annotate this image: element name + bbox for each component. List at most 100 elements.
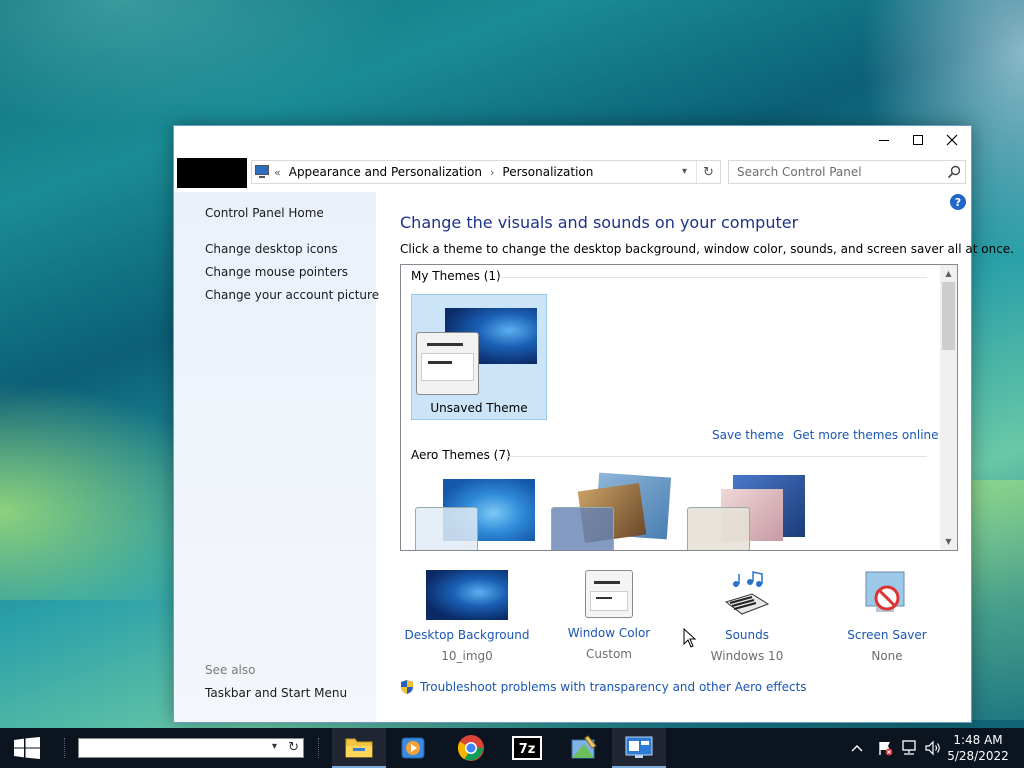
close-icon — [946, 134, 958, 146]
scroll-thumb[interactable] — [942, 282, 955, 350]
breadcrumb-overflow[interactable]: « — [274, 166, 281, 179]
section-divider — [505, 456, 927, 457]
taskbar-7zip[interactable]: 7z — [500, 728, 554, 768]
clock-time: 1:48 AM — [953, 733, 1003, 747]
change-desktop-icons-link[interactable]: Change desktop icons — [205, 242, 338, 256]
media-player-icon — [401, 737, 425, 759]
task-pane: Control Panel Home Change desktop icons … — [174, 192, 379, 722]
screen-saver-icon — [865, 571, 905, 612]
see-also-label: See also — [205, 663, 256, 677]
theme-tile-unsaved[interactable]: Unsaved Theme — [411, 294, 547, 420]
theme-window-preview — [416, 332, 479, 395]
breadcrumb-appearance[interactable]: Appearance and Personalization — [289, 165, 482, 179]
screen-saver-label[interactable]: Screen Saver — [837, 628, 937, 642]
chevron-down-icon[interactable]: ▾ — [682, 166, 692, 178]
svg-text:7z: 7z — [519, 742, 536, 757]
section-divider — [499, 277, 927, 278]
chrome-icon — [457, 735, 484, 761]
chevron-down-icon[interactable]: ▾ — [272, 741, 277, 752]
page-title: Change the visuals and sounds on your co… — [400, 213, 799, 232]
windows-logo-icon — [14, 737, 40, 759]
taskbar: ▾ ↻ 7z 1:48 AM 5/28/2022 — [0, 728, 1024, 768]
theme-window-preview — [551, 507, 614, 550]
taskbar-clock[interactable]: 1:48 AM 5/28/2022 — [944, 732, 1012, 764]
taskbar-file-explorer[interactable] — [332, 728, 386, 768]
volume-icon[interactable] — [922, 728, 944, 768]
start-button[interactable] — [0, 728, 54, 768]
troubleshoot-row: Troubleshoot problems with transparency … — [400, 679, 807, 695]
troubleshoot-link[interactable]: Troubleshoot problems with transparency … — [420, 680, 807, 694]
aero-theme-architecture[interactable] — [551, 472, 672, 550]
sounds-label[interactable]: Sounds — [697, 628, 797, 642]
control-panel-icon — [254, 165, 270, 179]
shield-icon — [401, 680, 413, 694]
minimize-icon — [879, 139, 889, 141]
taskbar-chrome[interactable] — [444, 728, 498, 768]
action-center-flag-icon[interactable] — [874, 728, 896, 768]
show-hidden-icons-button[interactable] — [848, 728, 866, 768]
desktop-background-option[interactable]: Desktop Background 10_img0 — [402, 570, 532, 663]
help-icon[interactable]: ? — [950, 194, 966, 210]
scroll-up-icon[interactable]: ▲ — [940, 265, 957, 282]
get-more-themes-link[interactable]: Get more themes online — [793, 428, 939, 442]
clock-date: 5/28/2022 — [947, 749, 1009, 763]
desktop-background-icon — [426, 570, 508, 620]
refresh-icon[interactable]: ↻ — [288, 740, 299, 755]
toolbar-grip[interactable] — [64, 738, 67, 758]
screen-saver-value: None — [871, 649, 903, 663]
personalization-window: « Appearance and Personalization › Perso… — [173, 125, 1014, 723]
maximize-button[interactable] — [901, 126, 935, 154]
toolbar-grip[interactable] — [318, 738, 321, 758]
control-panel-home-link[interactable]: Control Panel Home — [205, 206, 324, 220]
scroll-down-icon[interactable]: ▼ — [940, 533, 957, 550]
theme-label: Unsaved Theme — [430, 401, 528, 415]
7zip-icon: 7z — [512, 736, 542, 760]
aero-theme-flowers[interactable] — [687, 475, 807, 550]
sounds-icon — [724, 571, 770, 615]
taskbar-start-menu-link[interactable]: Taskbar and Start Menu — [205, 686, 347, 700]
search-placeholder: Search Control Panel — [737, 165, 862, 179]
refresh-icon[interactable]: ↻ — [696, 161, 720, 183]
taskbar-personalization[interactable] — [612, 728, 666, 768]
save-theme-link[interactable]: Save theme — [712, 428, 784, 442]
screen-saver-option[interactable]: Screen Saver None — [837, 570, 937, 663]
control-panel-tool-icon — [571, 735, 597, 759]
title-bar[interactable] — [174, 126, 971, 154]
page-subtitle: Click a theme to change the desktop back… — [400, 242, 1014, 256]
wallpaper-glow — [0, 0, 400, 130]
personalization-icon — [625, 736, 653, 758]
address-bar[interactable]: « Appearance and Personalization › Perso… — [251, 160, 721, 184]
window-color-value: Custom — [586, 647, 632, 661]
desktop-background-label[interactable]: Desktop Background — [402, 628, 532, 642]
search-input[interactable]: Search Control Panel — [728, 160, 966, 184]
taskbar-media-player[interactable] — [386, 728, 440, 768]
folder-icon — [345, 738, 373, 758]
themes-list[interactable]: My Themes (1) Unsaved Theme Save theme G… — [400, 264, 958, 551]
mouse-cursor-icon — [683, 628, 697, 648]
window-color-option[interactable]: Window Color Custom — [559, 570, 659, 661]
back-forward-buttons[interactable] — [177, 158, 247, 188]
minimize-button[interactable] — [867, 126, 901, 154]
sounds-option[interactable]: Sounds Windows 10 — [697, 570, 797, 663]
aero-themes-heading: Aero Themes (7) — [411, 448, 511, 462]
taskbar-control-panel-tool[interactable] — [556, 728, 610, 768]
navigation-bar: « Appearance and Personalization › Perso… — [177, 158, 968, 188]
breadcrumb-separator[interactable]: › — [490, 166, 494, 179]
change-mouse-pointers-link[interactable]: Change mouse pointers — [205, 265, 348, 279]
themes-scrollbar[interactable]: ▲ ▼ — [940, 265, 957, 550]
desktop-background-value: 10_img0 — [441, 649, 493, 663]
maximize-icon — [913, 135, 923, 145]
theme-window-preview — [415, 507, 478, 550]
chevron-up-icon — [851, 745, 863, 752]
theme-window-preview — [687, 507, 750, 550]
aero-theme-windows[interactable] — [415, 475, 535, 550]
network-icon[interactable] — [898, 728, 920, 768]
window-color-label[interactable]: Window Color — [559, 626, 659, 640]
close-button[interactable] — [935, 126, 969, 154]
my-themes-heading: My Themes (1) — [411, 269, 501, 283]
change-account-picture-link[interactable]: Change your account picture — [205, 288, 379, 302]
window-color-icon — [585, 570, 633, 618]
breadcrumb-personalization[interactable]: Personalization — [502, 165, 593, 179]
search-icon[interactable] — [947, 165, 961, 179]
taskbar-address-input[interactable]: ▾ ↻ — [78, 738, 304, 758]
